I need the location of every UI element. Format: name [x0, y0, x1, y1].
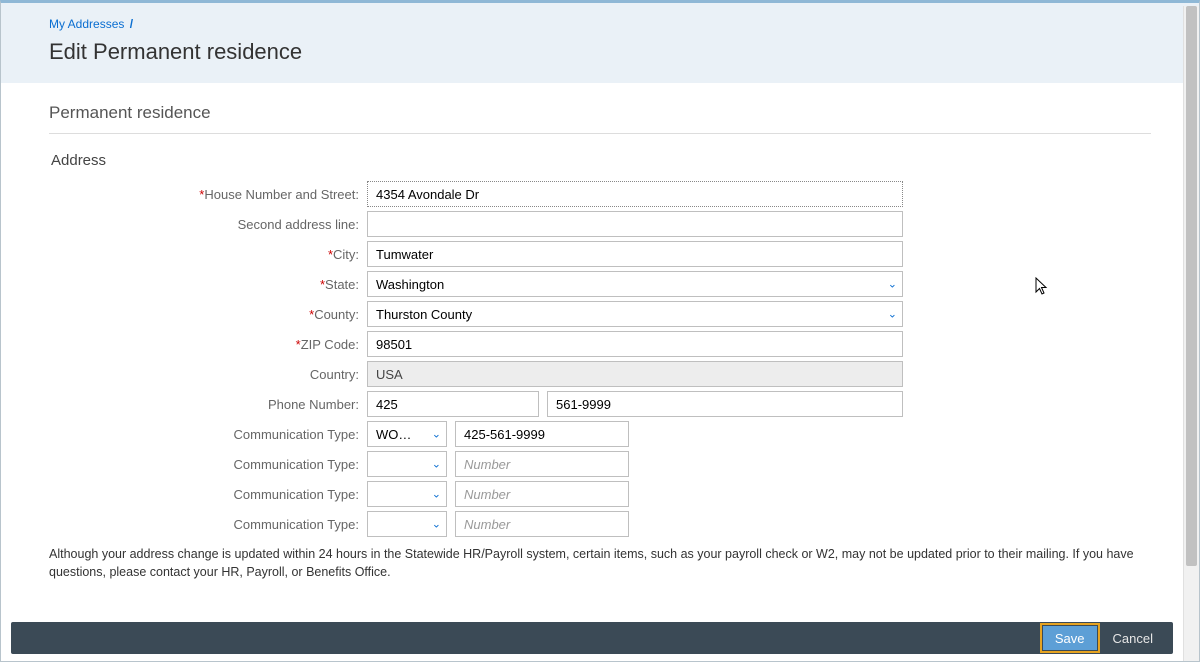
county-select[interactable] — [367, 301, 903, 327]
label-house-street: *House Number and Street: — [49, 187, 367, 202]
page-title: Edit Permanent residence — [49, 39, 1151, 65]
row-house-street: *House Number and Street: — [49, 181, 1151, 207]
comm-number-2-input[interactable] — [455, 451, 629, 477]
city-input[interactable] — [367, 241, 903, 267]
comm-type-3-select[interactable] — [367, 481, 447, 507]
subsection-title-address: Address — [51, 152, 1151, 169]
zip-input[interactable] — [367, 331, 903, 357]
label-city: *City: — [49, 247, 367, 262]
row-county: *County: ⌄ — [49, 301, 1151, 327]
second-line-input[interactable] — [367, 211, 903, 237]
row-comm-type-1: Communication Type: ⌄ — [49, 421, 1151, 447]
label-comm-type-4: Communication Type: — [49, 517, 367, 532]
comm-number-3-input[interactable] — [455, 481, 629, 507]
row-state: *State: ⌄ — [49, 271, 1151, 297]
label-second-line: Second address line: — [49, 217, 367, 232]
breadcrumb-link-my-addresses[interactable]: My Addresses — [49, 17, 124, 31]
label-zip: *ZIP Code: — [49, 337, 367, 352]
section-title: Permanent residence — [49, 103, 1151, 134]
country-input — [367, 361, 903, 387]
row-phone: Phone Number: — [49, 391, 1151, 417]
breadcrumb-separator: / — [130, 17, 133, 31]
row-comm-type-4: Communication Type: ⌄ — [49, 511, 1151, 537]
note-text: Although your address change is updated … — [49, 545, 1151, 581]
label-country: Country: — [49, 367, 367, 382]
comm-number-4-input[interactable] — [455, 511, 629, 537]
comm-number-1-input[interactable] — [455, 421, 629, 447]
state-select[interactable] — [367, 271, 903, 297]
breadcrumb: My Addresses / — [49, 17, 1151, 31]
footer-bar: Save Cancel — [11, 622, 1173, 654]
house-street-input[interactable] — [367, 181, 903, 207]
row-comm-type-2: Communication Type: ⌄ — [49, 451, 1151, 477]
save-button[interactable]: Save — [1043, 626, 1097, 650]
row-city: *City: — [49, 241, 1151, 267]
phone-number-input[interactable] — [547, 391, 903, 417]
cancel-button[interactable]: Cancel — [1101, 626, 1165, 650]
label-county: *County: — [49, 307, 367, 322]
vertical-scrollbar[interactable] — [1183, 6, 1199, 661]
comm-type-2-select[interactable] — [367, 451, 447, 477]
row-second-line: Second address line: — [49, 211, 1151, 237]
comm-type-4-select[interactable] — [367, 511, 447, 537]
scrollbar-thumb[interactable] — [1186, 6, 1197, 566]
comm-type-1-select[interactable] — [367, 421, 447, 447]
label-state: *State: — [49, 277, 367, 292]
label-comm-type-1: Communication Type: — [49, 427, 367, 442]
label-comm-type-2: Communication Type: — [49, 457, 367, 472]
row-comm-type-3: Communication Type: ⌄ — [49, 481, 1151, 507]
row-country: Country: — [49, 361, 1151, 387]
row-zip: *ZIP Code: — [49, 331, 1151, 357]
label-comm-type-3: Communication Type: — [49, 487, 367, 502]
label-phone: Phone Number: — [49, 397, 367, 412]
phone-area-input[interactable] — [367, 391, 539, 417]
